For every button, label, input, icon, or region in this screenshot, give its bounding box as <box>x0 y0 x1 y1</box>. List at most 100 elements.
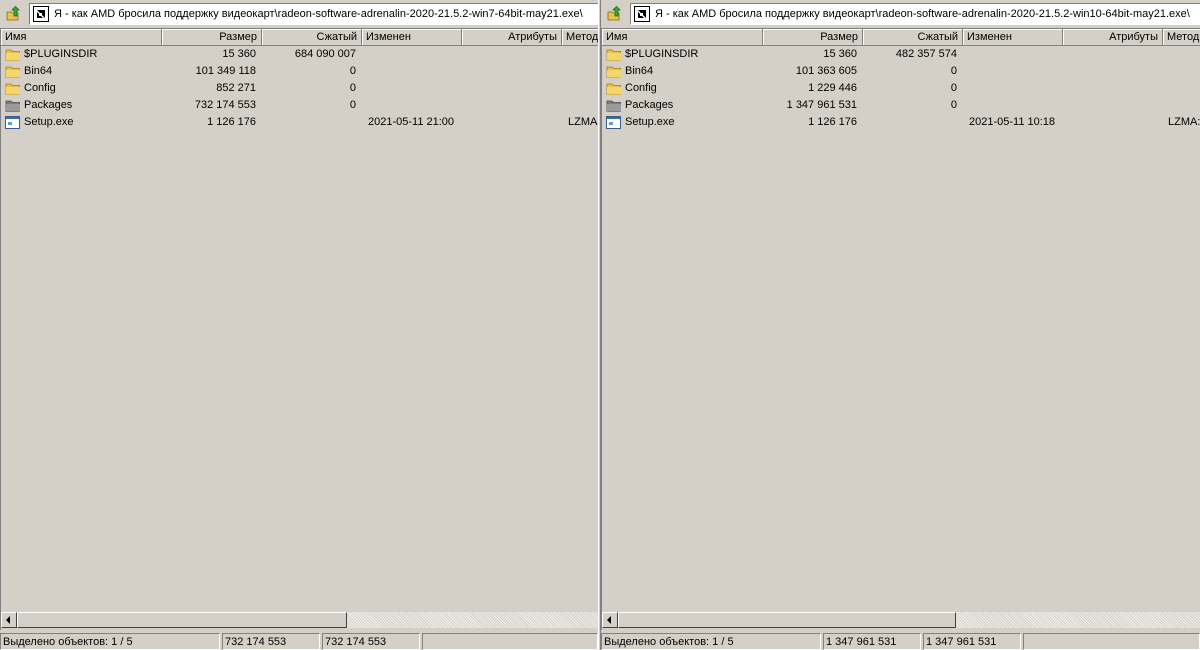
column-header-name[interactable]: Имя <box>1 29 162 46</box>
column-header-size[interactable]: Размер <box>763 29 863 46</box>
table-row[interactable]: Setup.exe 1 126 176 2021-05-11 10:18 LZM… <box>602 114 1200 131</box>
file-name: Packages <box>24 99 73 111</box>
file-name: Setup.exe <box>24 116 74 128</box>
left-up-folder-button[interactable] <box>2 3 24 25</box>
folder-icon <box>5 47 21 63</box>
table-row[interactable]: Setup.exe 1 126 176 2021-05-11 21:00 LZM… <box>1 114 598 131</box>
status-empty-field <box>1023 633 1200 650</box>
file-name: Config <box>24 82 56 94</box>
right-up-folder-button[interactable] <box>603 3 625 25</box>
size-cell: 1 229 446 <box>808 82 857 94</box>
column-header-packed[interactable]: Сжатый <box>863 29 963 46</box>
left-column-header: Имя Размер Сжатый Изменен Атрибуты Метод <box>1 29 598 47</box>
size-cell: 1 126 176 <box>207 116 256 128</box>
modified-cell <box>969 46 1063 63</box>
status-empty-field <box>422 633 598 650</box>
right-rows: $PLUGINSDIR 15 360 482 357 574 Bin64 101… <box>602 46 1200 131</box>
scroll-left-arrow-icon[interactable] <box>602 612 618 628</box>
table-row[interactable]: Bin64 101 363 605 0 <box>602 63 1200 80</box>
packed-cell: 0 <box>950 82 957 94</box>
left-path-field[interactable]: Я - как AMD бросила поддержку видеокарт\… <box>29 3 598 25</box>
name-cell: $PLUGINSDIR <box>606 46 761 63</box>
gray-folder-icon <box>606 98 622 114</box>
selected-size: 732 174 553 <box>222 633 320 650</box>
scroll-left-arrow-icon[interactable] <box>1 612 17 628</box>
file-name: Config <box>625 82 657 94</box>
table-row[interactable]: Packages 732 174 553 0 <box>1 97 598 114</box>
method-cell: LZMA: <box>568 116 598 128</box>
left-path-text: Я - как AMD бросила поддержку видеокарт\… <box>54 8 583 20</box>
left-file-list[interactable]: Имя Размер Сжатый Изменен Атрибуты Метод… <box>0 28 598 630</box>
amd-archive-icon <box>33 6 49 22</box>
size-cell: 15 360 <box>222 48 256 60</box>
column-header-method[interactable]: Метод <box>1163 29 1200 46</box>
table-row[interactable]: $PLUGINSDIR 15 360 684 090 007 <box>1 46 598 63</box>
right-file-list[interactable]: Имя Размер Сжатый Изменен Атрибуты Метод… <box>601 28 1200 630</box>
table-row[interactable]: $PLUGINSDIR 15 360 482 357 574 <box>602 46 1200 63</box>
name-cell: Config <box>606 80 761 97</box>
table-row[interactable]: Bin64 101 349 118 0 <box>1 63 598 80</box>
file-name: Setup.exe <box>625 116 675 128</box>
amd-archive-icon <box>634 6 650 22</box>
exe-file-icon <box>606 115 622 131</box>
method-cell <box>568 46 598 63</box>
method-cell <box>568 97 598 114</box>
packed-cell: 0 <box>349 65 356 77</box>
folder-icon <box>606 64 622 80</box>
packed-cell <box>863 114 957 131</box>
left-scroll-thumb[interactable] <box>17 612 347 628</box>
column-header-method[interactable]: Метод <box>562 29 598 46</box>
packed-cell: 0 <box>950 65 957 77</box>
right-path-field[interactable]: Я - как AMD бросила поддержку видеокарт\… <box>630 3 1200 25</box>
column-header-size[interactable]: Размер <box>162 29 262 46</box>
up-folder-icon <box>607 6 621 21</box>
left-toolbar: Я - как AMD бросила поддержку видеокарт\… <box>0 3 598 25</box>
table-row[interactable]: Config 852 271 0 <box>1 80 598 97</box>
gray-folder-icon <box>5 98 21 114</box>
selected-count: Выделено объектов: 1 / 5 <box>601 633 821 650</box>
folder-icon <box>5 81 21 97</box>
modified-cell <box>368 63 462 80</box>
column-header-modified[interactable]: Изменен <box>963 29 1063 46</box>
modified-cell <box>368 97 462 114</box>
name-cell: Config <box>5 80 160 97</box>
modified-cell <box>969 97 1063 114</box>
modified-cell: 2021-05-11 10:18 <box>969 116 1056 128</box>
name-cell: Packages <box>606 97 761 114</box>
size-cell: 101 363 605 <box>795 65 857 77</box>
right-horizontal-scrollbar[interactable] <box>602 612 1200 628</box>
packed-cell <box>262 114 356 131</box>
right-scroll-thumb[interactable] <box>618 612 956 628</box>
method-cell: LZMA:2 <box>1168 116 1200 128</box>
packed-cell: 0 <box>349 82 356 94</box>
name-cell: Setup.exe <box>606 114 761 131</box>
modified-cell <box>969 80 1063 97</box>
file-name: Bin64 <box>24 65 53 77</box>
method-cell <box>1168 80 1200 97</box>
size-cell: 852 271 <box>216 82 256 94</box>
folder-icon <box>606 47 622 63</box>
table-row[interactable]: Packages 1 347 961 531 0 <box>602 97 1200 114</box>
size-cell: 101 349 118 <box>195 65 256 77</box>
column-header-packed[interactable]: Сжатый <box>262 29 362 46</box>
size-cell: 732 174 553 <box>194 99 256 111</box>
modified-cell: 2021-05-11 21:00 <box>368 116 455 128</box>
column-header-attributes[interactable]: Атрибуты <box>1063 29 1163 46</box>
name-cell: Setup.exe <box>5 114 160 131</box>
left-horizontal-scrollbar[interactable] <box>1 612 598 628</box>
right-path-text: Я - как AMD бросила поддержку видеокарт\… <box>655 8 1190 20</box>
name-cell: Bin64 <box>606 63 761 80</box>
selected-packed: 1 347 961 531 <box>923 633 1021 650</box>
table-row[interactable]: Config 1 229 446 0 <box>602 80 1200 97</box>
modified-cell <box>368 46 462 63</box>
name-cell: Bin64 <box>5 63 160 80</box>
right-toolbar: Я - как AMD бросила поддержку видеокарт\… <box>601 3 1200 25</box>
right-pane: Я - как AMD бросила поддержку видеокарт\… <box>601 0 1200 650</box>
right-status-bar: Выделено объектов: 1 / 5 1 347 961 531 1… <box>601 632 1200 650</box>
size-cell: 15 360 <box>823 48 857 60</box>
exe-file-icon <box>5 115 21 131</box>
column-header-attributes[interactable]: Атрибуты <box>462 29 562 46</box>
column-header-modified[interactable]: Изменен <box>362 29 462 46</box>
method-cell <box>568 80 598 97</box>
column-header-name[interactable]: Имя <box>602 29 763 46</box>
